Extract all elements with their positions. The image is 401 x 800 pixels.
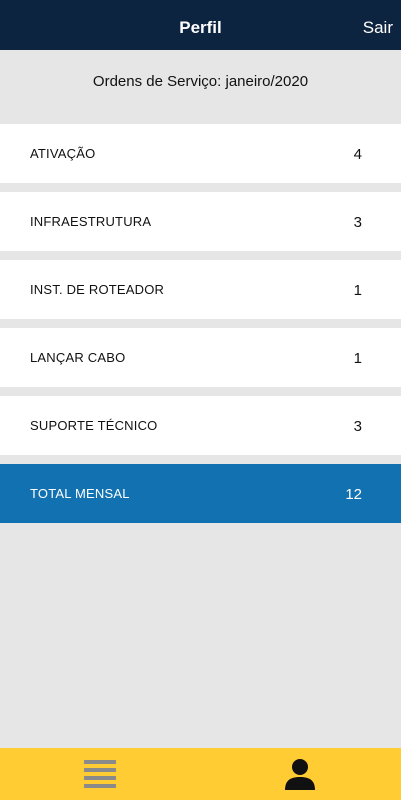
list-item: LANÇAR CABO 1 (0, 328, 401, 387)
list-item-label: SUPORTE TÉCNICO (30, 418, 158, 433)
person-icon (285, 759, 315, 790)
list-item-count: 1 (353, 350, 362, 367)
list-icon (84, 760, 116, 788)
tab-menu[interactable] (0, 748, 200, 800)
list-item-count: 4 (353, 146, 362, 163)
service-orders-period: Ordens de Serviço: janeiro/2020 (92, 73, 309, 90)
list-item-label: LANÇAR CABO (30, 350, 126, 365)
bottom-tab-bar (0, 748, 401, 800)
top-bar: Perfil Sair (0, 0, 401, 50)
list-item-count: 3 (353, 214, 362, 231)
list-item-count: 3 (353, 418, 362, 435)
monthly-total-row: TOTAL MENSAL 12 (0, 464, 401, 523)
list-item: INST. DE ROTEADOR 1 (0, 260, 401, 319)
page-title: Perfil (179, 18, 222, 37)
list-item: SUPORTE TÉCNICO 3 (0, 396, 401, 455)
tab-profile[interactable] (200, 748, 400, 800)
list-item-count: 1 (353, 282, 362, 299)
list-item: ATIVAÇÃO 4 (0, 124, 401, 183)
list-item-label: INFRAESTRUTURA (30, 214, 152, 229)
monthly-total-label: TOTAL MENSAL (30, 486, 130, 501)
list-item-label: INST. DE ROTEADOR (30, 282, 165, 297)
list-item: INFRAESTRUTURA 3 (0, 192, 401, 251)
service-orders-list: ATIVAÇÃO 4 INFRAESTRUTURA 3 INST. DE ROT… (0, 124, 401, 532)
logout-button[interactable]: Sair (363, 0, 393, 50)
list-item-label: ATIVAÇÃO (30, 146, 96, 161)
monthly-total-count: 12 (345, 486, 362, 503)
